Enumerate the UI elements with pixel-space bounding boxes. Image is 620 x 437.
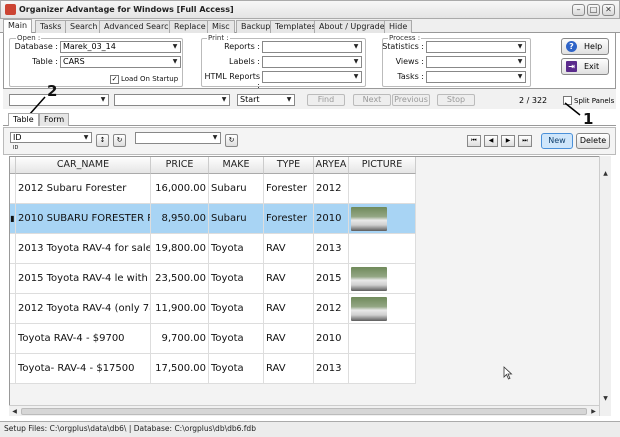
type-cell[interactable]: RAV xyxy=(264,234,314,264)
year-cell[interactable]: 2010 xyxy=(314,204,349,234)
chevron-down-icon: ▼ xyxy=(83,134,89,141)
refresh-icon[interactable]: ↻ xyxy=(113,134,126,147)
last-record-icon[interactable]: ⏭ xyxy=(518,135,532,147)
horizontal-scroll-thumb[interactable] xyxy=(21,408,587,415)
price-cell[interactable]: 16,000.00 xyxy=(151,174,209,204)
car-thumbnail[interactable] xyxy=(351,267,387,291)
make-cell[interactable]: Subaru xyxy=(209,174,264,204)
scroll-up-icon[interactable]: ▲ xyxy=(600,168,611,179)
new-record-button[interactable]: New xyxy=(541,133,573,149)
picture-cell[interactable] xyxy=(349,204,416,234)
annotation-label-2: 2 xyxy=(47,82,58,100)
refresh-filter-icon[interactable]: ↻ xyxy=(225,134,238,147)
year-cell[interactable]: 2013 xyxy=(314,234,349,264)
scroll-left-icon[interactable]: ◀ xyxy=(9,406,20,417)
year-cell[interactable]: 2010 xyxy=(314,324,349,354)
picture-cell[interactable] xyxy=(349,324,416,354)
price-cell[interactable]: 11,900.00 xyxy=(151,294,209,324)
column-header-type[interactable]: TYPE xyxy=(264,157,314,174)
previous-record-icon[interactable]: ◀ xyxy=(484,135,498,147)
car-thumbnail[interactable] xyxy=(351,297,387,321)
price-cell[interactable]: 8,950.00 xyxy=(151,204,209,234)
price-cell[interactable]: 9,700.00 xyxy=(151,324,209,354)
first-record-icon[interactable]: ⏮ xyxy=(467,135,481,147)
chevron-down-icon: ▼ xyxy=(212,134,218,141)
column-header-make[interactable]: MAKE xyxy=(209,157,264,174)
picture-cell[interactable] xyxy=(349,234,416,264)
price-cell[interactable]: 17,500.00 xyxy=(151,354,209,384)
vertical-scrollbar[interactable]: ▲ ▼ xyxy=(599,156,611,416)
picture-cell[interactable] xyxy=(349,174,416,204)
type-cell[interactable]: RAV xyxy=(264,264,314,294)
year-cell[interactable]: 2012 xyxy=(314,174,349,204)
type-cell[interactable]: RAV xyxy=(264,354,314,384)
price-cell[interactable]: 23,500.00 xyxy=(151,264,209,294)
make-cell[interactable]: Subaru xyxy=(209,204,264,234)
year-cell[interactable]: 2013 xyxy=(314,354,349,384)
car-name-cell[interactable]: 2013 Toyota RAV-4 for sale - xyxy=(16,234,151,264)
table-toolbar: ID ▼ ID ↕ ↻ ▼ ↻ ⏮ ◀ ▶ ⏭ New Delete xyxy=(3,127,616,155)
sort-field-caption: ID xyxy=(13,145,19,151)
sort-field-select[interactable]: ID ▼ xyxy=(10,132,92,143)
car-name-cell[interactable]: 2010 SUBARU FORESTER PE xyxy=(16,204,151,234)
mouse-cursor-icon xyxy=(503,366,513,380)
next-record-icon[interactable]: ▶ xyxy=(501,135,515,147)
column-header-year[interactable]: ARYEA xyxy=(314,157,349,174)
picture-cell[interactable] xyxy=(349,264,416,294)
column-header-car-name[interactable]: CAR_NAME xyxy=(16,157,151,174)
car-name-cell[interactable]: 2012 Subaru Forester xyxy=(16,174,151,204)
tab-form-view[interactable]: Form xyxy=(39,113,70,126)
horizontal-scrollbar[interactable]: ◀ ▶ xyxy=(9,405,599,416)
column-header-price[interactable]: PRICE xyxy=(151,157,209,174)
make-cell[interactable]: Toyota xyxy=(209,234,264,264)
sort-field-value: ID xyxy=(13,133,22,142)
type-cell[interactable]: Forester xyxy=(264,204,314,234)
picture-cell[interactable] xyxy=(349,294,416,324)
price-cell[interactable]: 19,800.00 xyxy=(151,234,209,264)
view-tabs: Table Form xyxy=(3,113,616,126)
year-cell[interactable]: 2012 xyxy=(314,294,349,324)
scroll-right-icon[interactable]: ▶ xyxy=(588,406,599,417)
delete-record-button[interactable]: Delete xyxy=(576,133,610,149)
scroll-down-icon[interactable]: ▼ xyxy=(600,393,611,404)
type-cell[interactable]: RAV xyxy=(264,324,314,354)
type-cell[interactable]: Forester xyxy=(264,174,314,204)
car-thumbnail[interactable] xyxy=(351,207,387,231)
make-cell[interactable]: Toyota xyxy=(209,354,264,384)
make-cell[interactable]: Toyota xyxy=(209,264,264,294)
make-cell[interactable]: Toyota xyxy=(209,294,264,324)
year-cell[interactable]: 2015 xyxy=(314,264,349,294)
status-bar: Setup Files: C:\orgplus\data\db6\ | Data… xyxy=(0,421,620,437)
status-text: Setup Files: C:\orgplus\data\db6\ | Data… xyxy=(4,424,256,433)
car-name-cell[interactable]: Toyota RAV-4 - $9700 xyxy=(16,324,151,354)
car-name-cell[interactable]: 2012 Toyota RAV-4 (only 78k xyxy=(16,294,151,324)
tab-table-view[interactable]: Table xyxy=(8,113,39,126)
car-name-cell[interactable]: Toyota- RAV-4 - $17500 xyxy=(16,354,151,384)
type-cell[interactable]: RAV xyxy=(264,294,314,324)
car-name-cell[interactable]: 2015 Toyota RAV-4 le with fu xyxy=(16,264,151,294)
make-cell[interactable]: Toyota xyxy=(209,324,264,354)
picture-cell[interactable] xyxy=(349,354,416,384)
filter-select[interactable]: ▼ xyxy=(135,132,221,144)
column-header-picture[interactable]: PICTURE xyxy=(349,157,416,174)
sort-direction-icon[interactable]: ↕ xyxy=(96,134,109,147)
